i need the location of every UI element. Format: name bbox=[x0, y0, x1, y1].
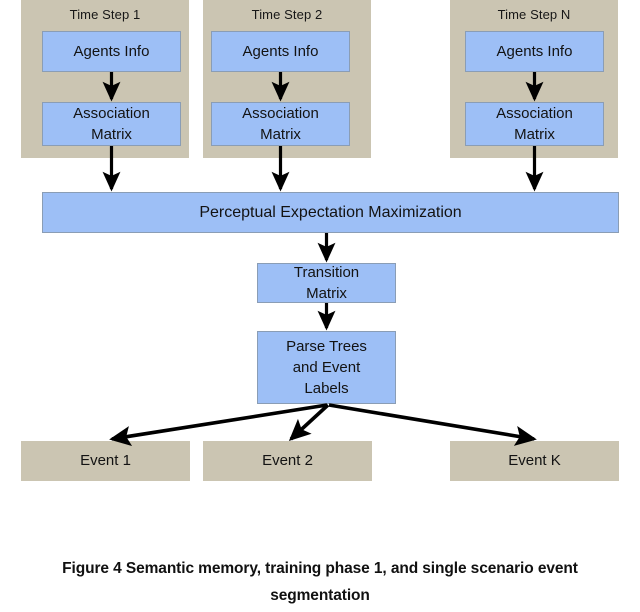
agents-info-box-2[interactable]: Agents Info bbox=[211, 31, 350, 72]
transition-matrix-line1: Transition bbox=[293, 264, 360, 281]
transition-matrix-box[interactable]: Transition Matrix bbox=[257, 263, 396, 303]
parse-trees-line1: Parse Trees bbox=[286, 338, 367, 355]
agents-info-box-n-label: Agents Info bbox=[496, 43, 573, 60]
parse-trees-line3: Labels bbox=[304, 380, 349, 397]
perceptual-expectation-maximization-label: Perceptual Expectation Maximization bbox=[199, 204, 462, 221]
association-matrix-box-n-line1: Association bbox=[496, 105, 573, 122]
arrow-parse-trees-to-event-2 bbox=[288, 403, 330, 441]
association-matrix-box-1-line1: Association bbox=[73, 105, 150, 122]
parse-trees-line2: and Event bbox=[292, 359, 361, 376]
time-step-group-n-label: Time Step N bbox=[497, 7, 571, 22]
figure-caption-line-2: segmentation bbox=[270, 587, 370, 604]
figure-caption-line-1: Figure 4 Semantic memory, training phase… bbox=[62, 560, 578, 577]
association-matrix-box-2-line2: Matrix bbox=[260, 126, 301, 143]
agents-info-box-n[interactable]: Agents Info bbox=[465, 31, 604, 72]
figure-caption: Figure 4 Semantic memory, training phase… bbox=[0, 555, 640, 609]
diagram-canvas: Time Step 1 Agents Info Association Matr… bbox=[0, 0, 640, 520]
event-box-k-label: Event K bbox=[508, 452, 561, 469]
transition-matrix-line2: Matrix bbox=[306, 285, 347, 302]
event-box-1[interactable]: Event 1 bbox=[21, 441, 190, 481]
arrow-parse-trees-to-event-k bbox=[328, 403, 537, 446]
event-box-2-label: Event 2 bbox=[262, 452, 313, 469]
association-matrix-box-n[interactable]: Association Matrix bbox=[465, 102, 604, 146]
association-matrix-box-n-line2: Matrix bbox=[514, 126, 555, 143]
association-matrix-box-2-line1: Association bbox=[242, 105, 319, 122]
arrow-parse-trees-to-event-1 bbox=[109, 403, 328, 447]
agents-info-box-2-label: Agents Info bbox=[242, 43, 319, 60]
event-box-k[interactable]: Event K bbox=[450, 441, 619, 481]
event-box-2[interactable]: Event 2 bbox=[203, 441, 372, 481]
agents-info-box-1[interactable]: Agents Info bbox=[42, 31, 181, 72]
time-step-group-2-label: Time Step 2 bbox=[251, 7, 323, 22]
association-matrix-box-2[interactable]: Association Matrix bbox=[211, 102, 350, 146]
association-matrix-box-1-line2: Matrix bbox=[91, 126, 132, 143]
perceptual-expectation-maximization-bar[interactable]: Perceptual Expectation Maximization bbox=[42, 192, 619, 233]
agents-info-box-1-label: Agents Info bbox=[73, 43, 150, 60]
event-box-1-label: Event 1 bbox=[80, 452, 131, 469]
association-matrix-box-1[interactable]: Association Matrix bbox=[42, 102, 181, 146]
parse-trees-and-event-labels-box[interactable]: Parse Trees and Event Labels bbox=[257, 331, 396, 404]
time-step-group-1-label: Time Step 1 bbox=[69, 7, 141, 22]
